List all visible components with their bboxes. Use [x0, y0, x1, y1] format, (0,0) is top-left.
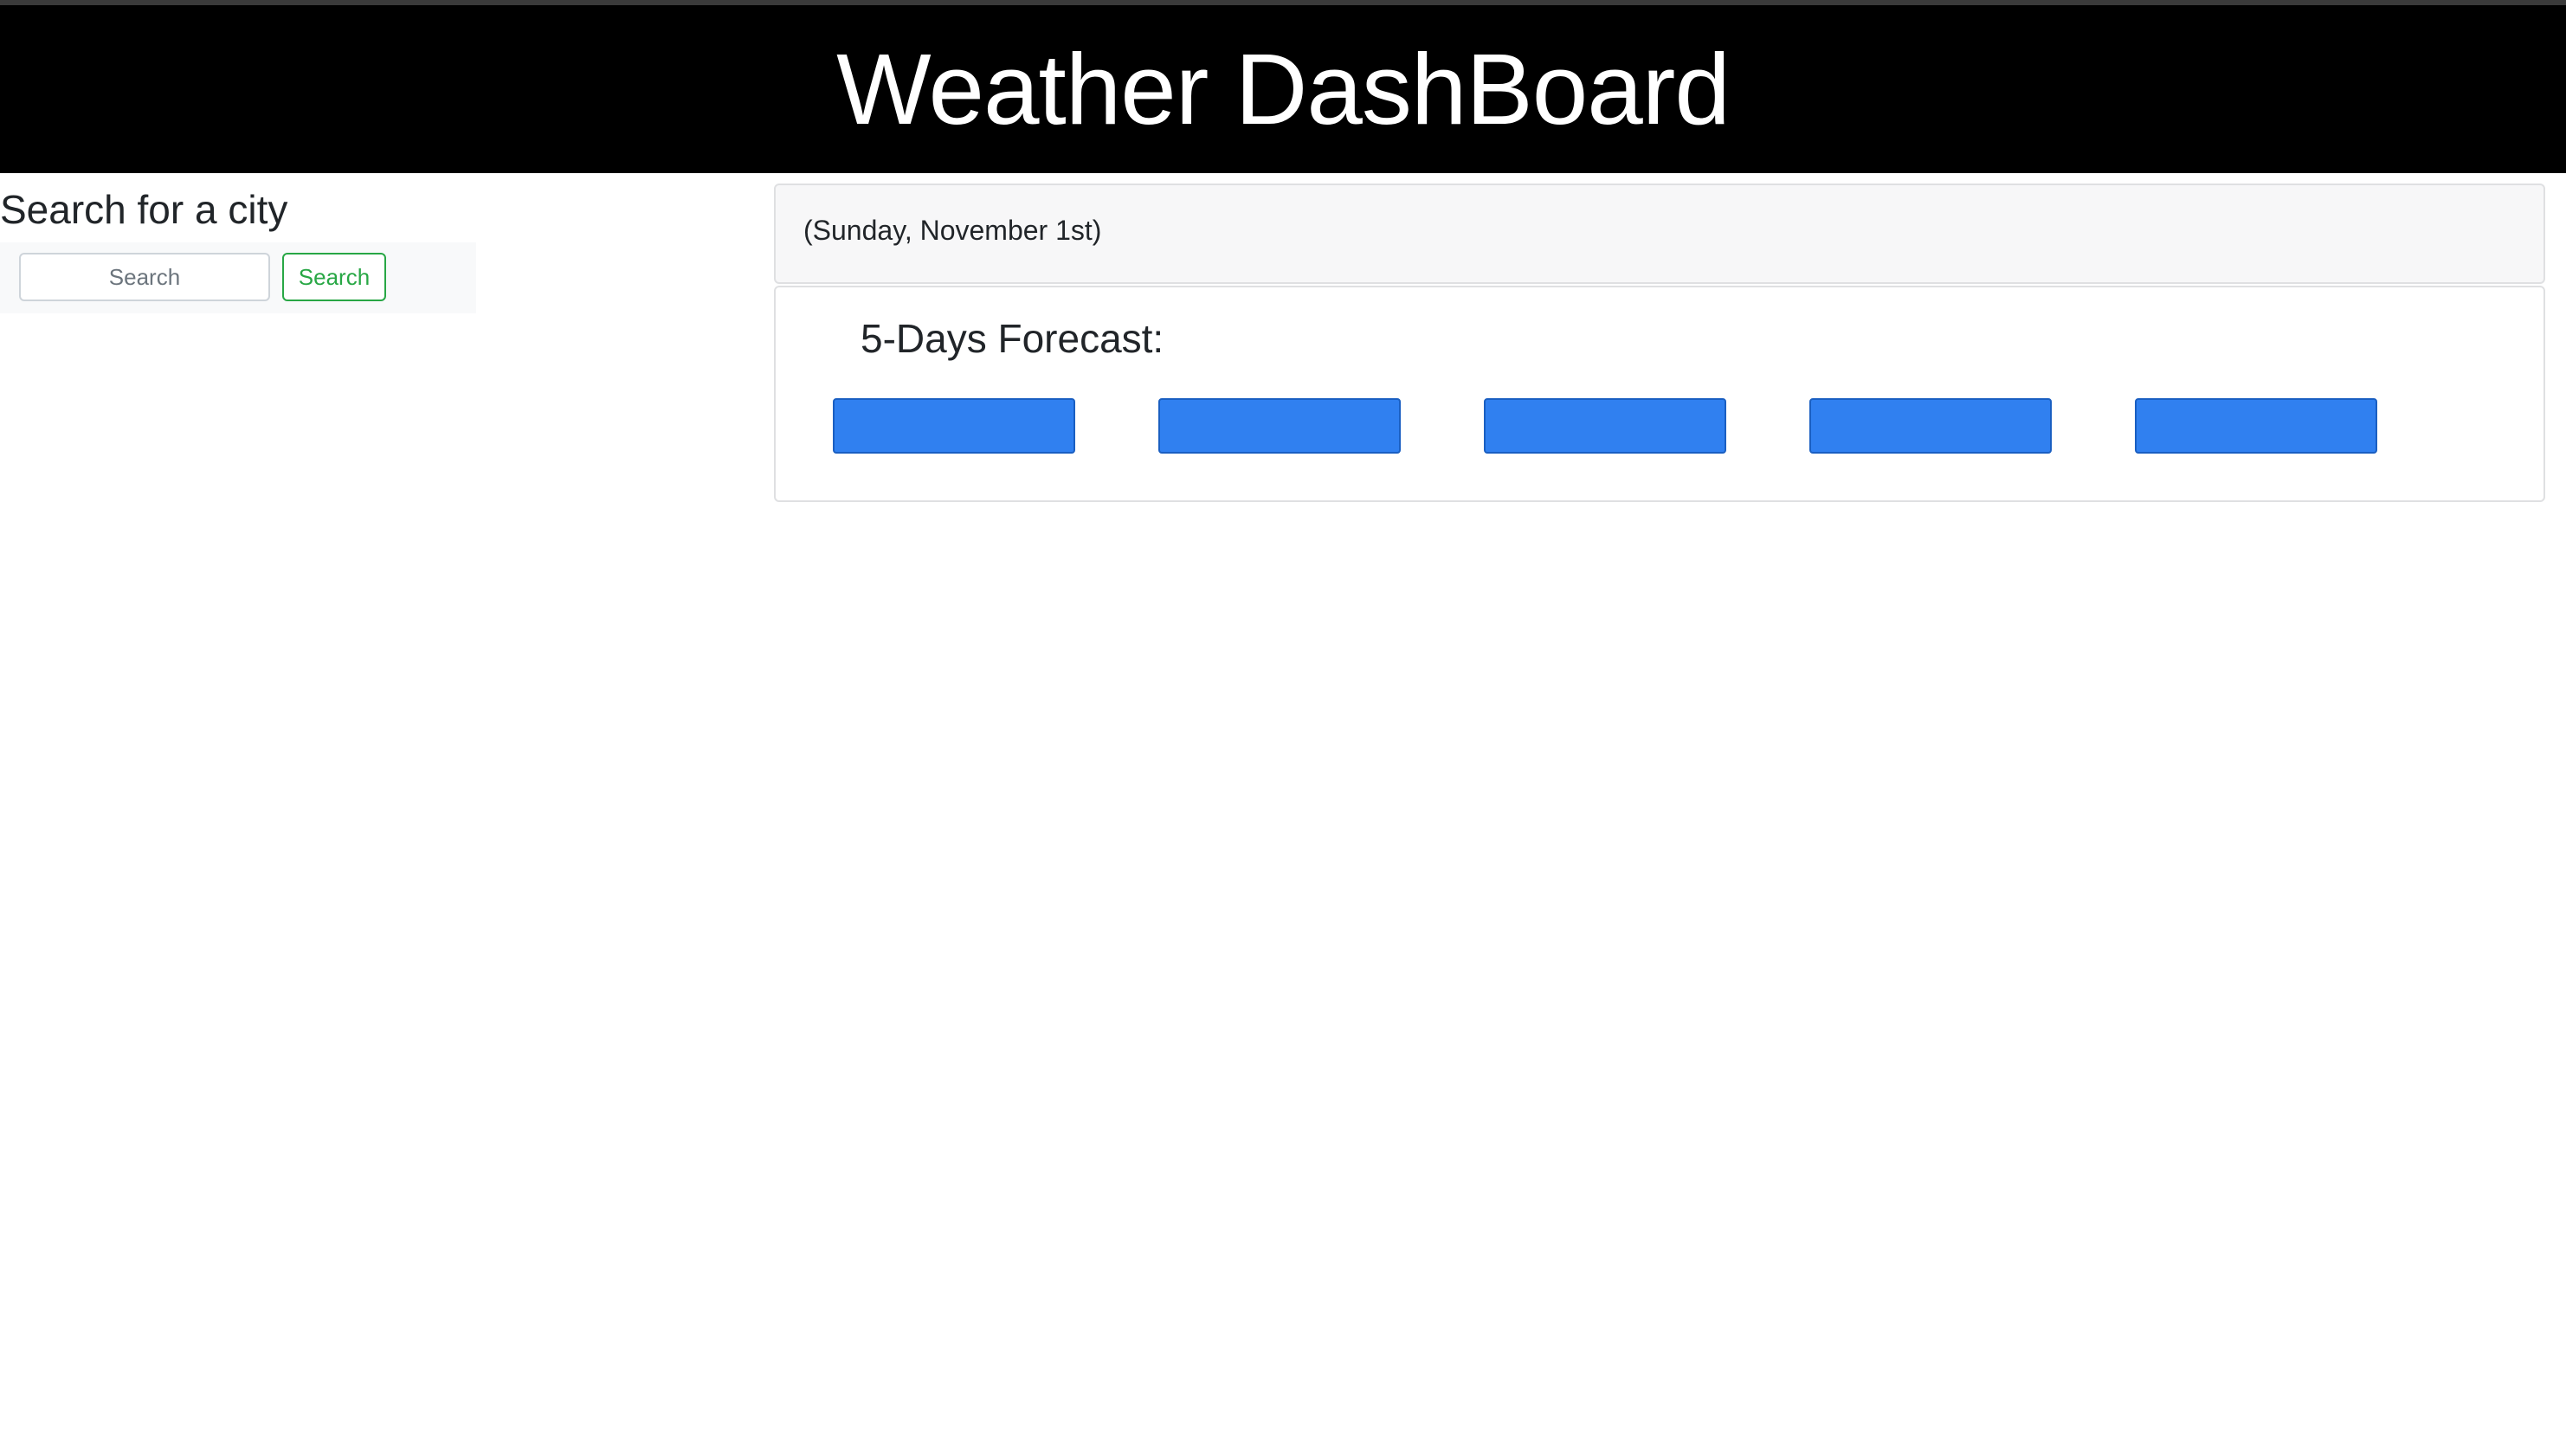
forecast-day-card-4 [1809, 398, 2052, 454]
search-heading: Search for a city [0, 187, 288, 232]
search-button[interactable]: Search [282, 253, 386, 301]
forecast-day-card-1 [833, 398, 1075, 454]
current-date: (Sunday, November 1st) [803, 215, 1102, 246]
forecast-section: 5-Days Forecast: [774, 286, 2545, 502]
forecast-heading: 5-Days Forecast: [861, 316, 1164, 361]
page-title: Weather DashBoard [836, 33, 1731, 145]
search-form: Search [0, 242, 476, 313]
page-header: Weather DashBoard [0, 5, 2566, 173]
forecast-day-card-2 [1158, 398, 1401, 454]
forecast-day-card-3 [1484, 398, 1726, 454]
forecast-day-card-5 [2135, 398, 2377, 454]
current-weather-card: (Sunday, November 1st) [774, 184, 2545, 284]
search-input[interactable] [19, 253, 270, 301]
